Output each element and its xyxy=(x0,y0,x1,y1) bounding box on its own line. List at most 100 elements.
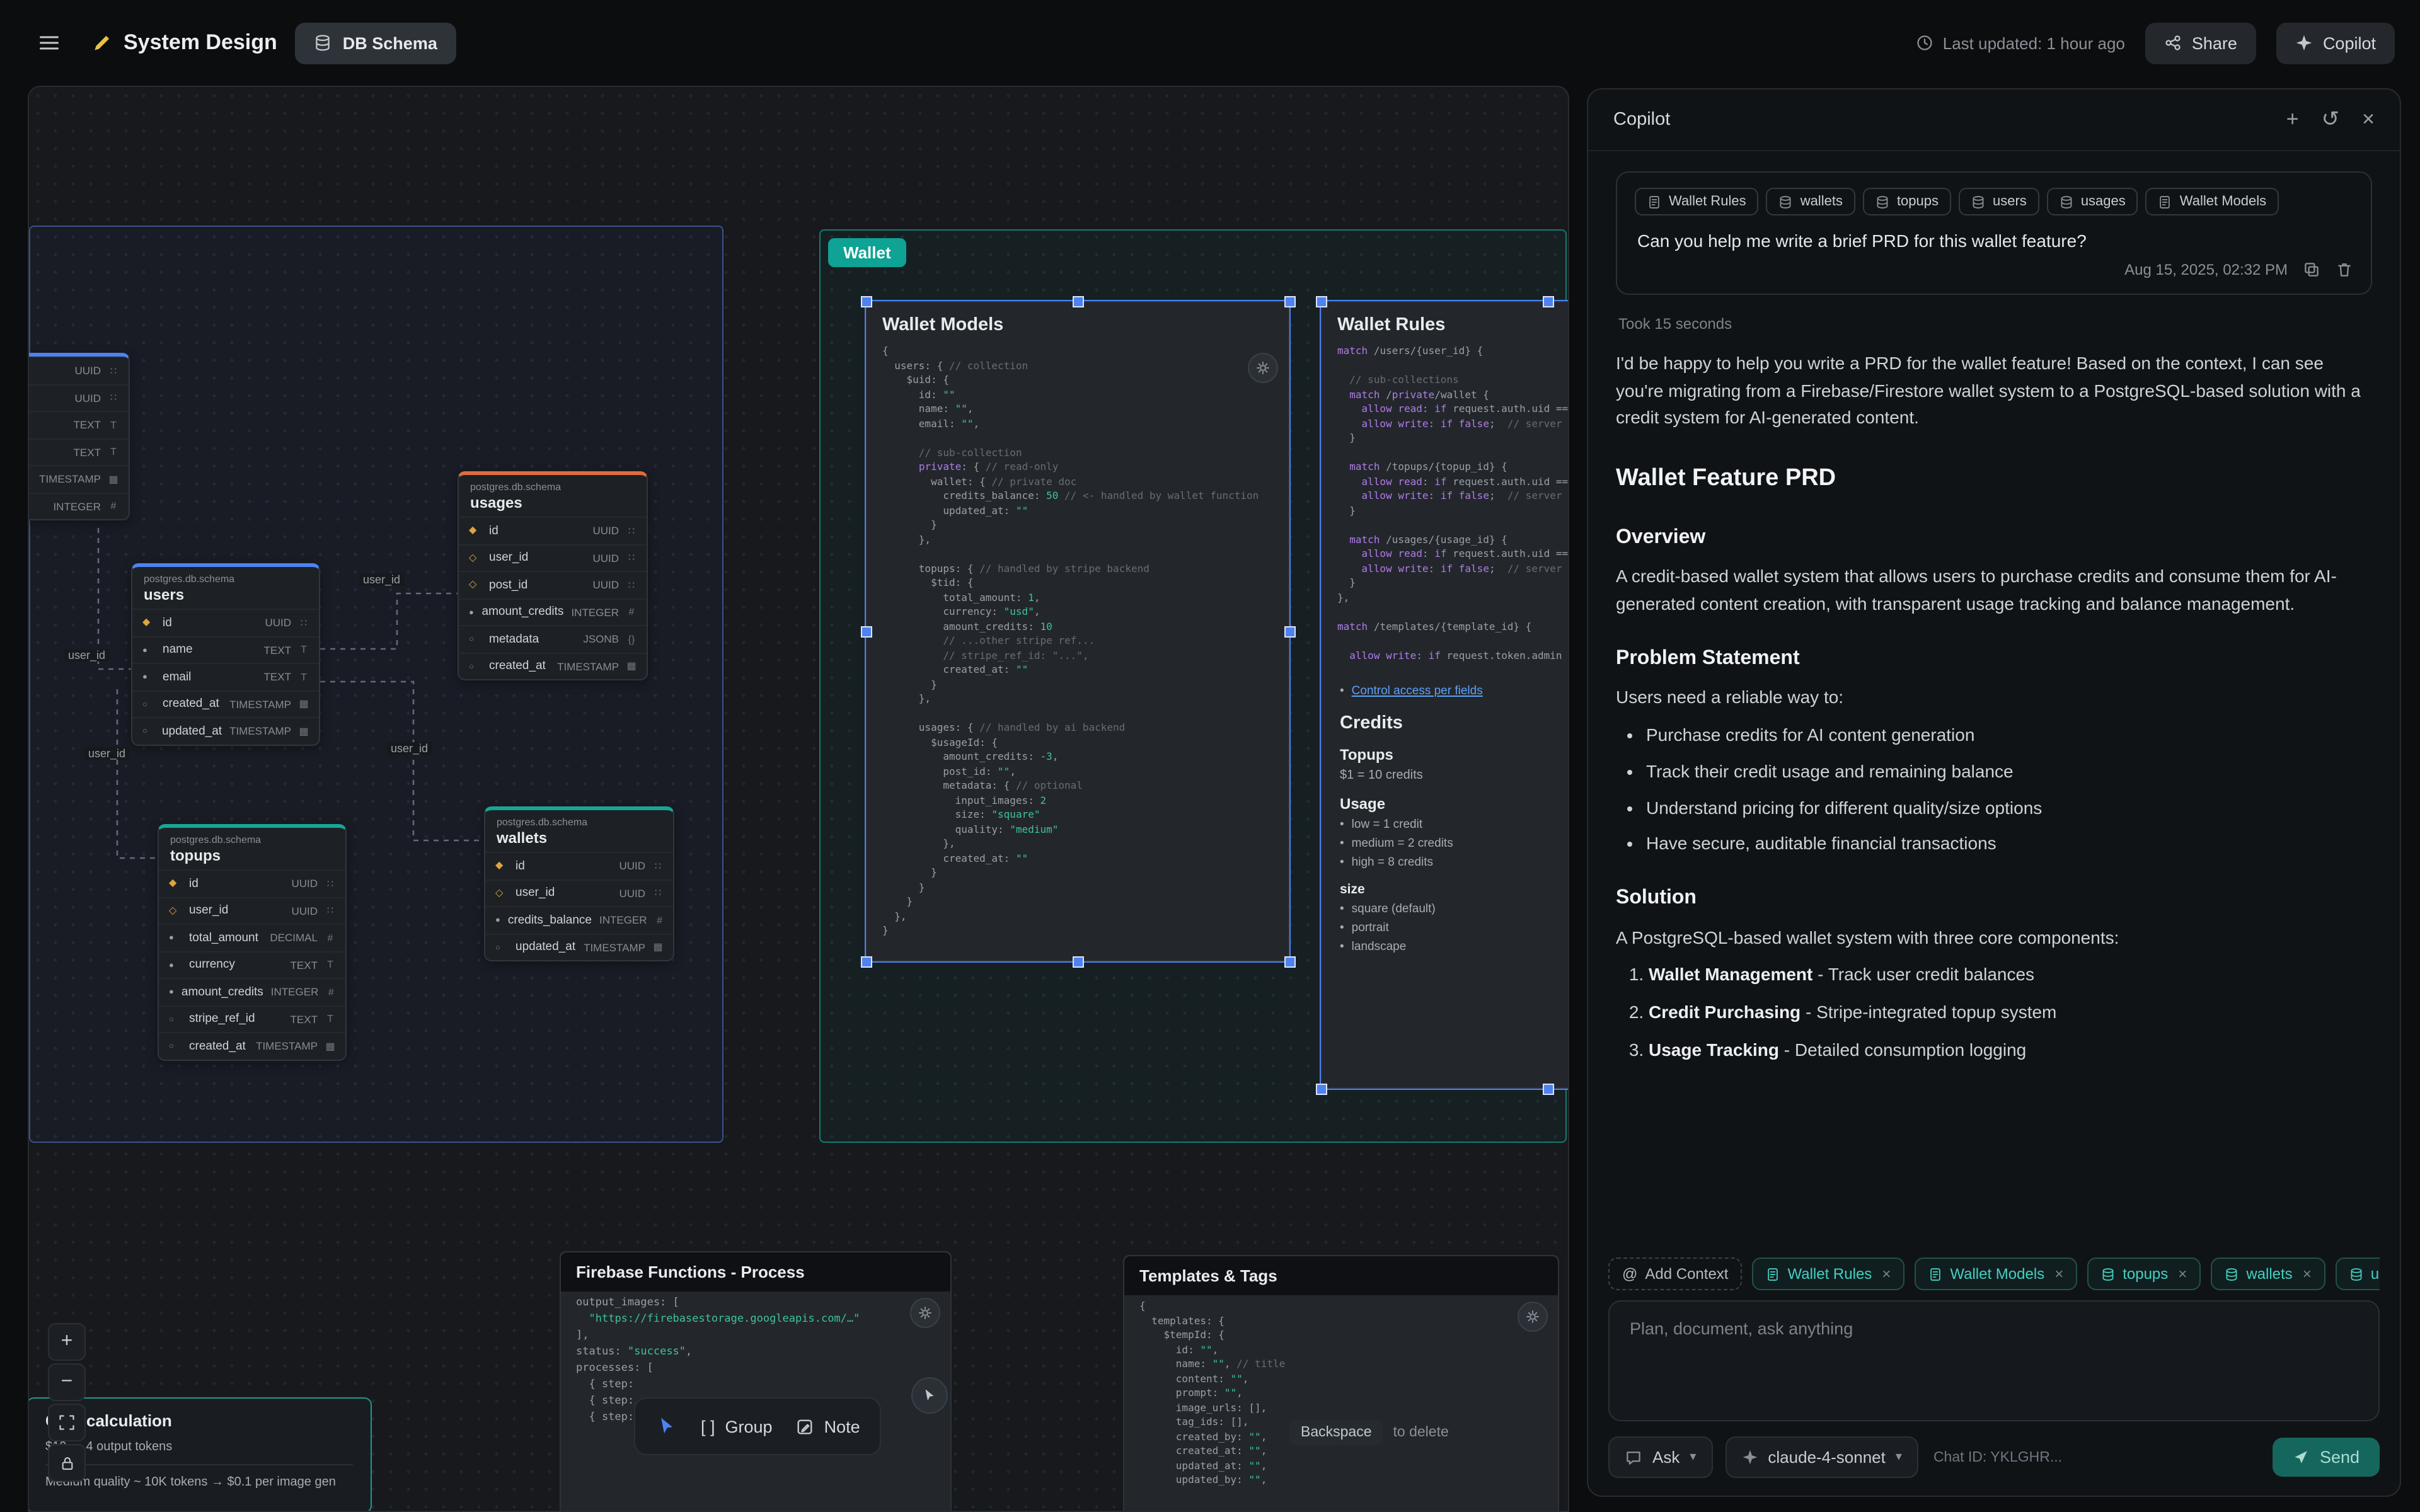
fit-view-button[interactable] xyxy=(48,1404,86,1441)
document-icon xyxy=(1928,1267,1942,1281)
composer-context-chip[interactable]: Wallet Models × xyxy=(1915,1257,2077,1290)
diagram-canvas[interactable]: Wallet user_id user_id user_id user_id U… xyxy=(28,86,1569,1512)
add-context-button[interactable]: @ Add Context xyxy=(1608,1257,1742,1290)
hamburger-menu-button[interactable] xyxy=(25,19,73,67)
group-tool-button[interactable]: [ ] Group xyxy=(701,1417,773,1436)
firebase-functions-block[interactable]: Firebase Functions - Process output_imag… xyxy=(560,1251,952,1512)
zoom-out-button[interactable]: − xyxy=(48,1363,86,1401)
selection-handle[interactable] xyxy=(1284,956,1296,968)
selection-handle[interactable] xyxy=(1543,296,1554,307)
composer-context-chip[interactable]: topups × xyxy=(2087,1257,2201,1290)
selection-handle[interactable] xyxy=(1073,296,1084,307)
wallet-models-code[interactable]: { users: { // collection $uid: { id: "" … xyxy=(867,340,1288,952)
composer-context-chip[interactable]: Wallet Rules × xyxy=(1752,1257,1904,1290)
copilot-button[interactable]: Copilot xyxy=(2276,22,2395,64)
field-key-icon xyxy=(469,526,481,536)
context-chip[interactable]: users xyxy=(1959,188,2039,215)
table-row[interactable]: name TEXT T xyxy=(132,636,319,663)
table-topups[interactable]: postgres.db.schema topups id UUID ∷ user… xyxy=(158,824,347,1060)
table-row[interactable]: id UUID ∷ xyxy=(132,609,319,636)
remove-chip-button[interactable]: × xyxy=(2303,1265,2312,1283)
table-cropped-left[interactable]: UUID ∷ UUID ∷ TEXT T TEXT xyxy=(28,353,130,520)
block-settings-button[interactable] xyxy=(1518,1302,1548,1332)
context-chip[interactable]: topups xyxy=(1863,188,1951,215)
table-row[interactable]: user_id UUID ∷ xyxy=(485,879,673,906)
copy-message-button[interactable] xyxy=(2303,261,2320,278)
selection-handle[interactable] xyxy=(861,626,872,638)
remove-chip-button[interactable]: × xyxy=(2054,1265,2063,1283)
table-row[interactable]: id UUID ∷ xyxy=(485,852,673,879)
share-button[interactable]: Share xyxy=(2145,22,2256,64)
templates-tags-code[interactable]: { templates: { $tempId: { id: "", name: … xyxy=(1124,1295,1558,1501)
table-wallets[interactable]: postgres.db.schema wallets id UUID ∷ use… xyxy=(484,806,674,961)
table-row[interactable]: created_at TIMESTAMP ▦ xyxy=(159,1032,345,1059)
table-row[interactable]: created_at TIMESTAMP ▦ xyxy=(459,652,647,679)
table-usages[interactable]: postgres.db.schema usages id UUID ∷ user… xyxy=(458,471,648,680)
selection-handle[interactable] xyxy=(861,956,872,968)
select-tool-button[interactable] xyxy=(655,1415,678,1438)
new-chat-button[interactable]: + xyxy=(2286,107,2299,132)
context-chip-label: wallets xyxy=(1801,194,1843,209)
table-row[interactable]: credits_balance INTEGER # xyxy=(485,906,673,933)
send-button[interactable]: Send xyxy=(2273,1438,2380,1477)
message-context-chips: Wallet Rules wallets topups xyxy=(1635,188,2353,215)
context-chip[interactable]: wallets xyxy=(1766,188,1855,215)
canvas-toolbar: [ ] Group Note xyxy=(634,1397,882,1455)
selection-handle[interactable] xyxy=(1284,626,1296,638)
selection-handle[interactable] xyxy=(1316,296,1327,307)
block-settings-button[interactable] xyxy=(1248,353,1278,383)
document-icon xyxy=(1647,195,1661,209)
tab-label: DB Schema xyxy=(343,33,437,52)
history-button[interactable]: ↺ xyxy=(2322,107,2340,132)
selection-handle[interactable] xyxy=(861,296,872,307)
table-row[interactable]: user_id UUID ∷ xyxy=(159,896,345,924)
wallet-group-label[interactable]: Wallet xyxy=(828,238,906,267)
mode-label: Ask xyxy=(1652,1448,1680,1467)
table-users[interactable]: postgres.db.schema users id UUID ∷ name xyxy=(131,563,320,745)
context-chip[interactable]: usages xyxy=(2047,188,2138,215)
table-row[interactable]: stripe_ref_id TEXT T xyxy=(159,1005,345,1032)
composer-context-chip[interactable]: usages × xyxy=(2336,1257,2380,1290)
wallet-rules-block[interactable]: Wallet Rules match /users/{user_id} { //… xyxy=(1321,301,1569,1089)
cursor-mode-badge[interactable] xyxy=(911,1377,948,1414)
wallet-rules-code[interactable]: match /users/{user_id} { // sub-collecti… xyxy=(1322,340,1569,677)
table-row[interactable]: amount_credits INTEGER # xyxy=(159,978,345,1005)
table-row[interactable]: metadata JSONB {} xyxy=(459,625,647,652)
note-tool-button[interactable]: Note xyxy=(795,1417,860,1436)
table-row[interactable]: user_id UUID ∷ xyxy=(459,544,647,571)
table-row[interactable]: currency TEXT T xyxy=(159,951,345,978)
tab-db-schema[interactable]: DB Schema xyxy=(295,22,456,64)
field-key-icon xyxy=(495,861,508,871)
model-selector[interactable]: claude-4-sonnet ▾ xyxy=(1725,1436,1918,1478)
close-panel-button[interactable]: × xyxy=(2362,107,2375,132)
table-row[interactable]: amount_credits INTEGER # xyxy=(459,598,647,625)
keyboard-hint: Backspace to delete xyxy=(1289,1420,1449,1445)
table-row[interactable]: id UUID ∷ xyxy=(159,869,345,896)
table-row[interactable]: id UUID ∷ xyxy=(459,517,647,544)
control-access-link[interactable]: Control access per fields xyxy=(1352,684,1483,698)
selection-handle[interactable] xyxy=(1543,1084,1554,1095)
delete-message-button[interactable] xyxy=(2336,261,2353,278)
selection-handle[interactable] xyxy=(1073,956,1084,968)
composer-context-chip[interactable]: wallets × xyxy=(2211,1257,2325,1290)
block-settings-button[interactable] xyxy=(910,1298,940,1328)
remove-chip-button[interactable]: × xyxy=(2178,1265,2187,1283)
wallet-models-block[interactable]: Wallet Models { users: { // collection $… xyxy=(866,301,1289,961)
table-row[interactable]: created_at TIMESTAMP ▦ xyxy=(132,690,319,717)
table-row[interactable]: email TEXT T xyxy=(132,663,319,690)
templates-tags-block[interactable]: Templates & Tags { templates: { $tempId:… xyxy=(1123,1255,1559,1512)
context-chip[interactable]: Wallet Rules xyxy=(1635,188,1759,215)
lock-button[interactable] xyxy=(48,1444,86,1482)
remove-chip-button[interactable]: × xyxy=(1882,1265,1891,1283)
selection-handle[interactable] xyxy=(1284,296,1296,307)
table-row[interactable]: total_amount DECIMAL # xyxy=(159,924,345,951)
table-row[interactable]: updated_at TIMESTAMP ▦ xyxy=(132,717,319,744)
selection-handle[interactable] xyxy=(1316,1084,1327,1095)
mode-selector[interactable]: Ask ▾ xyxy=(1608,1436,1712,1478)
context-chip[interactable]: Wallet Models xyxy=(2146,188,2279,215)
table-row[interactable]: updated_at TIMESTAMP ▦ xyxy=(485,933,673,960)
prompt-input[interactable] xyxy=(1627,1317,2366,1410)
copilot-messages[interactable]: Wallet Rules wallets topups xyxy=(1588,151,2400,1245)
zoom-in-button[interactable]: + xyxy=(48,1323,86,1361)
table-row[interactable]: post_id UUID ∷ xyxy=(459,571,647,598)
